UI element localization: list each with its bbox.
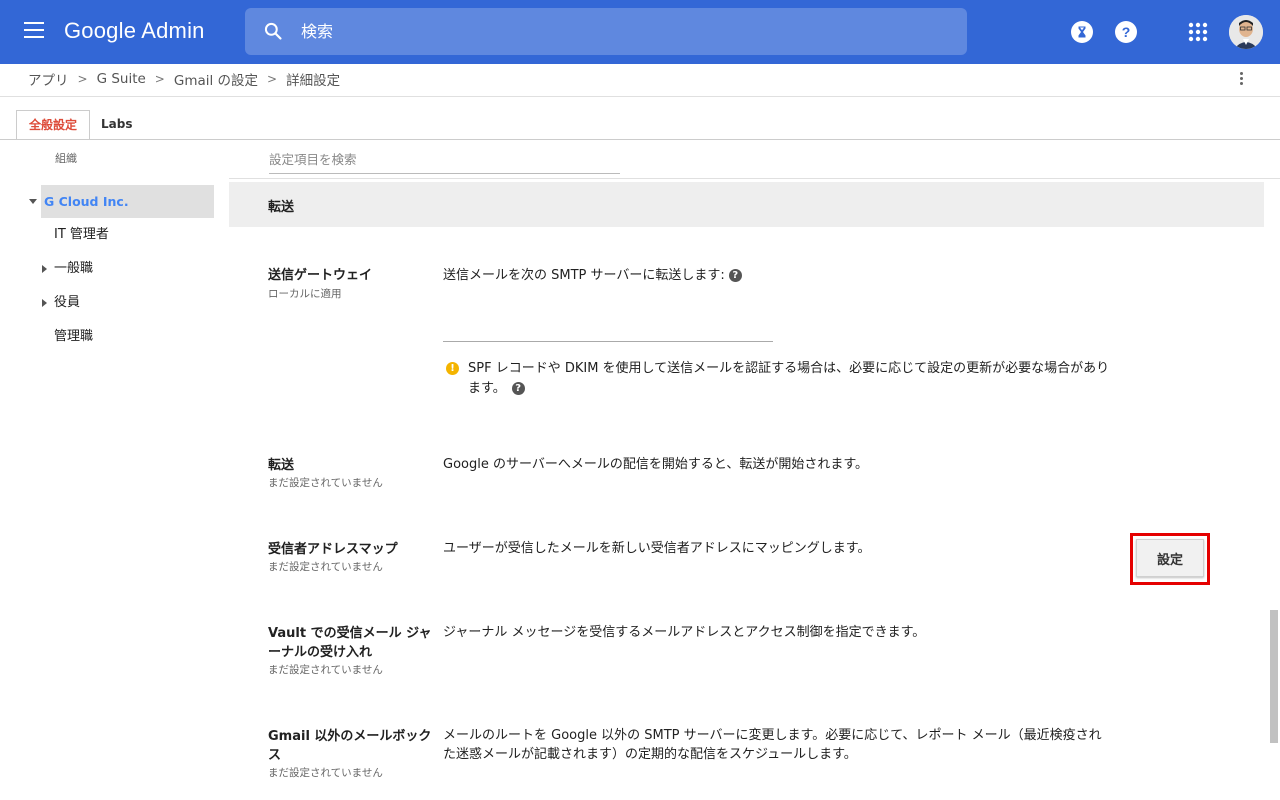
- setting-subtitle: まだ設定されていません: [268, 561, 383, 573]
- setting-subtitle: まだ設定されていません: [268, 664, 383, 676]
- help-icon[interactable]: ?: [511, 382, 525, 395]
- org-tree-title: 組織: [55, 152, 77, 165]
- org-item-executives[interactable]: 役員: [54, 286, 80, 319]
- caret-right-icon[interactable]: [42, 265, 47, 273]
- setting-subtitle: ローカルに適用: [268, 288, 342, 300]
- setting-title-non-gmail-mailbox: Gmail 以外のメールボックス: [268, 729, 432, 763]
- chevron-right-icon: >: [154, 72, 165, 86]
- help-icon[interactable]: ?: [1114, 20, 1138, 44]
- divider: [0, 96, 1280, 97]
- setting-title-recipient-address-map: 受信者アドレスマップ: [268, 542, 398, 557]
- caret-down-icon[interactable]: [29, 199, 37, 204]
- setting-title-vault-journal: Vault での受信メール ジャーナルの受け入れ: [268, 626, 432, 660]
- section-title: 転送: [268, 200, 295, 215]
- breadcrumb-advanced-settings: 詳細設定: [286, 73, 341, 89]
- avatar[interactable]: [1229, 15, 1263, 49]
- search-icon[interactable]: [263, 21, 283, 41]
- chevron-right-icon: >: [77, 72, 88, 86]
- tab-general-settings[interactable]: 全般設定: [16, 110, 91, 140]
- search-bar[interactable]: [245, 8, 967, 55]
- help-icon[interactable]: ?: [728, 269, 742, 282]
- top-app-bar: Google Admin ?: [0, 0, 1280, 64]
- scrollbar[interactable]: [1270, 610, 1278, 743]
- setting-title-outbound-gateway: 送信ゲートウェイ: [268, 268, 373, 283]
- configure-button[interactable]: 設定: [1136, 539, 1204, 577]
- setting-title-routing: 転送: [268, 458, 295, 473]
- chevron-right-icon: >: [267, 72, 278, 86]
- divider: [0, 139, 1280, 140]
- apps-grid-icon[interactable]: [1186, 20, 1210, 44]
- breadcrumb: アプリ > G Suite > Gmail の設定 > 詳細設定: [28, 68, 340, 90]
- org-item-managers[interactable]: 管理職: [54, 320, 93, 353]
- setting-description: 送信メールを次の SMTP サーバーに転送します:?: [443, 266, 1113, 285]
- settings-search-input[interactable]: [269, 146, 620, 174]
- setting-description: ユーザーが受信したメールを新しい受信者アドレスにマッピングします。: [443, 541, 871, 556]
- org-item-g-cloud[interactable]: G Cloud Inc.: [41, 185, 214, 218]
- breadcrumb-gmail-settings[interactable]: Gmail の設定: [174, 69, 258, 89]
- warning-icon: !: [446, 362, 459, 375]
- setting-description: メールのルートを Google 以外の SMTP サーバーに変更します。必要に応…: [443, 728, 1102, 762]
- breadcrumb-gsuite[interactable]: G Suite: [97, 71, 146, 87]
- setting-description: Google のサーバーへメールの配信を開始すると、転送が開始されます。: [443, 457, 869, 472]
- app-logo[interactable]: Google Admin: [64, 18, 205, 44]
- org-item-it-admin[interactable]: IT 管理者: [54, 218, 109, 251]
- smtp-server-input[interactable]: [443, 320, 773, 342]
- hourglass-icon[interactable]: [1070, 20, 1094, 44]
- setting-description-text: 送信メールを次の SMTP サーバーに転送します:: [443, 268, 725, 283]
- caret-right-icon[interactable]: [42, 299, 47, 307]
- user-photo-icon: [1229, 15, 1263, 49]
- warning-text: SPF レコードや DKIM を使用して送信メールを認証する場合は、必要に応じて…: [468, 361, 1110, 396]
- more-vert-icon[interactable]: [1232, 70, 1250, 90]
- divider: [229, 178, 1280, 179]
- breadcrumb-apps[interactable]: アプリ: [28, 69, 69, 89]
- setting-subtitle: まだ設定されていません: [268, 477, 383, 489]
- setting-description: ジャーナル メッセージを受信するメールアドレスとアクセス制御を指定できます。: [443, 625, 926, 640]
- org-item-general-staff[interactable]: 一般職: [54, 252, 93, 285]
- warning-message: SPF レコードや DKIM を使用して送信メールを認証する場合は、必要に応じて…: [468, 359, 1113, 399]
- setting-subtitle: まだ設定されていません: [268, 767, 383, 779]
- svg-text:?: ?: [1122, 24, 1131, 40]
- tab-labs[interactable]: Labs: [89, 110, 144, 140]
- section-header[interactable]: 転送: [229, 182, 1264, 227]
- search-input[interactable]: [301, 8, 901, 55]
- menu-icon[interactable]: [24, 22, 46, 42]
